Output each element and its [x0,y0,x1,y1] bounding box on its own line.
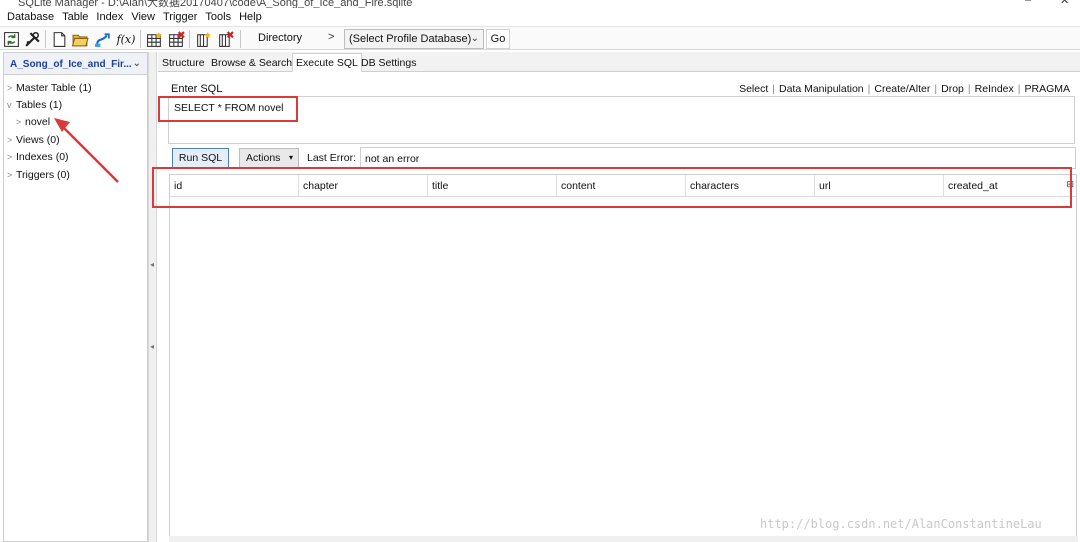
panel-splitter[interactable]: ◂ ◂ [148,52,157,542]
sql-editor[interactable]: SELECT * FROM novel [168,96,1075,144]
enter-sql-label: Enter SQL [171,83,223,95]
chevron-down-icon: ⌄ [132,58,141,69]
menu-help[interactable]: Help [235,9,266,25]
open-folder-icon[interactable] [70,29,90,49]
tree-expand-icon[interactable]: > [7,152,16,162]
database-select[interactable]: A_Song_of_Ice_and_Fir... ⌄ [4,53,147,75]
link-reindex[interactable]: ReIndex [971,83,1018,95]
results-grid[interactable]: id chapter title content characters url … [169,174,1077,540]
main-tabs: Structure Browse & Search Execute SQL DB… [158,52,1080,72]
last-error-field[interactable]: not an error [360,147,1076,169]
directory-arrow-icon[interactable]: > [328,31,334,43]
refresh-icon[interactable] [1,29,21,49]
function-icon[interactable]: f(x) [114,29,138,49]
horizontal-scrollbar[interactable] [169,536,1078,542]
database-name: A_Song_of_Ice_and_Fir... [10,59,132,70]
tab-execute-sql[interactable]: Execute SQL [292,53,362,72]
toolbar-separator [140,30,141,48]
drop-index-icon[interactable] [215,29,235,49]
menu-tools[interactable]: Tools [201,9,235,25]
menu-table[interactable]: Table [58,9,92,25]
link-pragma[interactable]: PRAGMA [1020,83,1074,95]
collapse-left-icon[interactable]: ◂ [150,260,154,269]
profile-database-select[interactable]: (Select Profile Database) ⌄ [344,29,484,49]
toolbar-separator [189,30,190,48]
tree-item-master-table[interactable]: > Master Table (1) [7,82,92,94]
menu-database[interactable]: Database [3,9,58,25]
link-select[interactable]: Select [735,83,772,95]
tab-browse-search[interactable]: Browse & Search [207,53,296,72]
sql-template-links: Select | Data Manipulation | Create/Alter | Dr… [735,83,1074,95]
tree-expand-icon[interactable]: > [7,170,16,180]
menu-trigger[interactable]: Trigger [159,9,201,25]
tree-expand-icon[interactable]: > [16,117,25,127]
tree-expand-icon[interactable]: > [7,83,16,93]
close-icon[interactable]: ✕ [1060,0,1069,7]
minimize-icon[interactable]: – [1025,0,1031,6]
chevron-down-icon: ▾ [288,153,293,162]
tree-expand-icon[interactable]: > [7,135,16,145]
annotation-box-sql-query [158,96,298,122]
directory-label[interactable]: Directory [258,32,302,44]
annotation-box-result-columns [152,167,1072,208]
last-error-label: Last Error: [307,152,357,164]
link-create-alter[interactable]: Create/Alter [870,83,934,95]
run-sql-button[interactable]: Run SQL [172,148,229,168]
create-index-icon[interactable] [193,29,213,49]
drop-table-icon[interactable] [166,29,186,49]
toolbar: f(x) Directory > (Select Profile Databas… [0,26,1080,50]
menu-view[interactable]: View [127,9,159,25]
annotation-arrow-icon [54,118,119,183]
title-bar: SQLite Manager - D:\Alan\大数据20170407\cod… [0,0,1080,8]
actions-button[interactable]: Actions ▾ [239,148,299,168]
actions-label: Actions [246,152,281,164]
create-table-icon[interactable] [144,29,164,49]
link-data-manipulation[interactable]: Data Manipulation [775,83,868,95]
menu-index[interactable]: Index [92,9,127,25]
chevron-down-icon: ⌄ [470,33,479,44]
connect-icon[interactable] [92,29,112,49]
new-file-icon[interactable] [49,29,69,49]
toolbar-separator [45,30,46,48]
tree-collapse-icon[interactable]: v [7,100,16,110]
tree-item-label: Master Table (1) [16,82,92,94]
tools-icon[interactable] [22,29,42,49]
execute-sql-panel: Enter SQL Select | Data Manipulation | Creat… [158,73,1080,542]
menu-bar: Database Table Index View Trigger Tools … [0,8,1080,26]
go-button[interactable]: Go [486,29,510,49]
watermark: http://blog.csdn.net/AlanConstantineLau [760,517,1042,531]
tab-db-settings[interactable]: DB Settings [357,53,420,72]
window-title: SQLite Manager - D:\Alan\大数据20170407\cod… [18,0,413,8]
profile-select-value: (Select Profile Database) [349,33,472,45]
toolbar-separator [240,30,241,48]
link-drop[interactable]: Drop [937,83,968,95]
collapse-left-icon[interactable]: ◂ [150,342,154,351]
tab-structure[interactable]: Structure [158,53,209,72]
